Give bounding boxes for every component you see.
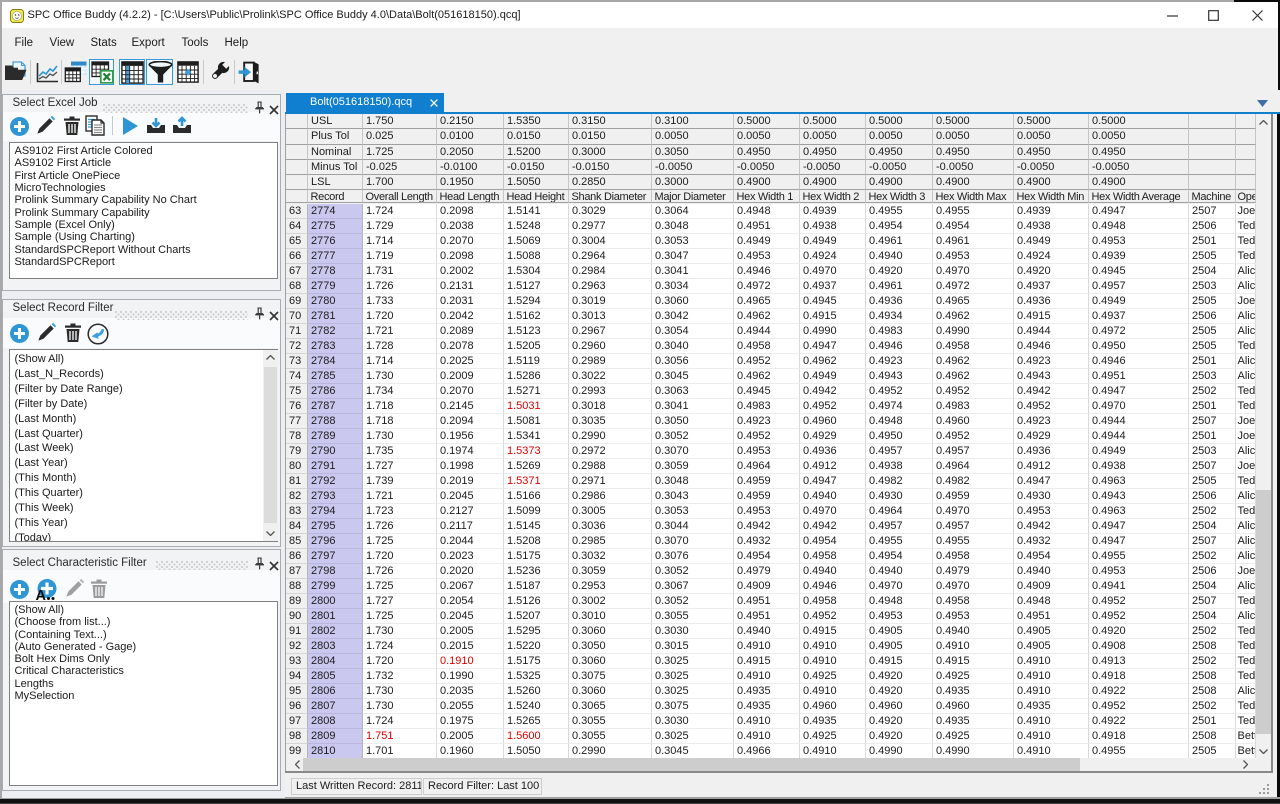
svg-text:A: A xyxy=(36,588,47,602)
